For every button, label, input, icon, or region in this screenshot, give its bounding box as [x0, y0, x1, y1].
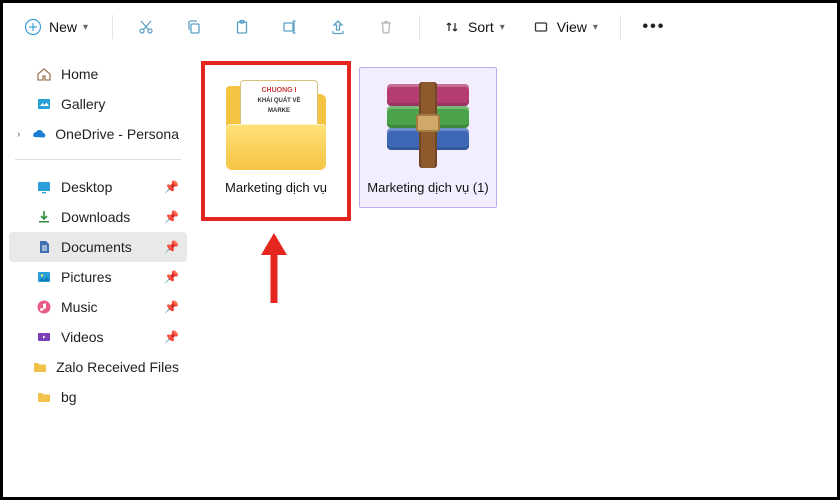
pictures-icon [35, 268, 53, 286]
sidebar-item-label: Documents [61, 239, 132, 255]
sidebar-item-music[interactable]: Music 📌 [9, 292, 187, 322]
sidebar-item-label: OneDrive - Persona [55, 126, 179, 142]
rename-icon [280, 17, 300, 37]
sidebar-item-home[interactable]: Home [9, 59, 187, 89]
folder-icon [35, 388, 53, 406]
scissors-icon [136, 17, 156, 37]
sidebar-item-downloads[interactable]: Downloads 📌 [9, 202, 187, 232]
documents-icon [35, 238, 53, 256]
view-button[interactable]: View ▾ [525, 15, 604, 39]
sidebar-item-label: Gallery [61, 96, 105, 112]
main-area: Home Gallery › OneDrive - Persona [3, 51, 837, 497]
sidebar-item-desktop[interactable]: Desktop 📌 [9, 172, 187, 202]
trash-icon [376, 17, 396, 37]
folder-paper-line: MARKE [247, 108, 311, 114]
videos-icon [35, 328, 53, 346]
sidebar-item-label: Zalo Received Files [56, 359, 179, 375]
rename-button[interactable] [273, 10, 307, 44]
navigation-sidebar: Home Gallery › OneDrive - Persona [3, 51, 193, 497]
home-icon [35, 65, 53, 83]
sidebar-item-label: Pictures [61, 269, 112, 285]
sidebar-item-label: Videos [61, 329, 104, 345]
copy-icon [184, 17, 204, 37]
pin-icon: 📌 [164, 300, 179, 314]
file-item-label: Marketing dịch vụ (1) [367, 180, 488, 197]
chevron-down-icon: ▾ [83, 22, 88, 33]
sidebar-item-videos[interactable]: Videos 📌 [9, 322, 187, 352]
sidebar-item-label: bg [61, 389, 77, 405]
sidebar-item-zalo[interactable]: Zalo Received Files [9, 352, 187, 382]
sort-button-label: Sort [468, 19, 494, 35]
pin-icon: 📌 [164, 330, 179, 344]
sidebar-item-bg[interactable]: bg [9, 382, 187, 412]
new-button-label: New [49, 19, 77, 35]
share-icon [328, 17, 348, 37]
chevron-down-icon: ▾ [500, 22, 505, 33]
sidebar-item-documents[interactable]: Documents 📌 [9, 232, 187, 262]
sidebar-item-label: Downloads [61, 209, 130, 225]
pin-icon: 📌 [164, 240, 179, 254]
toolbar-separator [112, 15, 113, 39]
toolbar: New ▾ [3, 3, 837, 51]
pin-icon: 📌 [164, 270, 179, 284]
clipboard-icon [232, 17, 252, 37]
chevron-right-icon: › [17, 129, 23, 140]
copy-button[interactable] [177, 10, 211, 44]
chevron-down-icon: ▾ [593, 22, 598, 33]
gallery-icon [35, 95, 53, 113]
music-icon [35, 298, 53, 316]
share-button[interactable] [321, 10, 355, 44]
desktop-icon [35, 178, 53, 196]
plus-circle-icon [23, 17, 43, 37]
sidebar-item-onedrive[interactable]: › OneDrive - Persona [9, 119, 187, 149]
sort-arrows-icon [442, 17, 462, 37]
cut-button[interactable] [129, 10, 163, 44]
folder-paper-line: CHUONG I [247, 87, 311, 94]
toolbar-separator [419, 15, 420, 39]
pin-icon: 📌 [164, 210, 179, 224]
file-item-archive[interactable]: Marketing dịch vụ (1) [359, 67, 497, 208]
view-rect-icon [531, 17, 551, 37]
content-area[interactable]: CHUONG I KHÁI QUÁT VỀ MARKE Marketing dị… [193, 51, 837, 497]
toolbar-separator [620, 15, 621, 39]
pin-icon: 📌 [164, 180, 179, 194]
sidebar-item-label: Desktop [61, 179, 112, 195]
new-button[interactable]: New ▾ [15, 13, 96, 41]
downloads-icon [35, 208, 53, 226]
folder-icon [32, 358, 48, 376]
view-button-label: View [557, 19, 587, 35]
paste-button[interactable] [225, 10, 259, 44]
folder-paper-line: KHÁI QUÁT VỀ [247, 98, 311, 104]
explorer-window: New ▾ [0, 0, 840, 500]
sidebar-item-gallery[interactable]: Gallery [9, 89, 187, 119]
ellipsis-icon: ••• [642, 18, 665, 36]
sidebar-item-pictures[interactable]: Pictures 📌 [9, 262, 187, 292]
sort-button[interactable]: Sort ▾ [436, 15, 511, 39]
file-item-label: Marketing dịch vụ [225, 180, 327, 197]
more-button[interactable]: ••• [637, 10, 671, 44]
onedrive-icon [31, 125, 47, 143]
annotation-arrow [259, 233, 289, 308]
folder-thumbnail: CHUONG I KHÁI QUÁT VỀ MARKE [221, 76, 331, 174]
sidebar-item-label: Music [61, 299, 98, 315]
sidebar-item-label: Home [61, 66, 98, 82]
delete-button[interactable] [369, 10, 403, 44]
file-item-folder[interactable]: CHUONG I KHÁI QUÁT VỀ MARKE Marketing dị… [207, 67, 345, 208]
sidebar-divider [15, 159, 181, 160]
archive-thumbnail [373, 76, 483, 174]
